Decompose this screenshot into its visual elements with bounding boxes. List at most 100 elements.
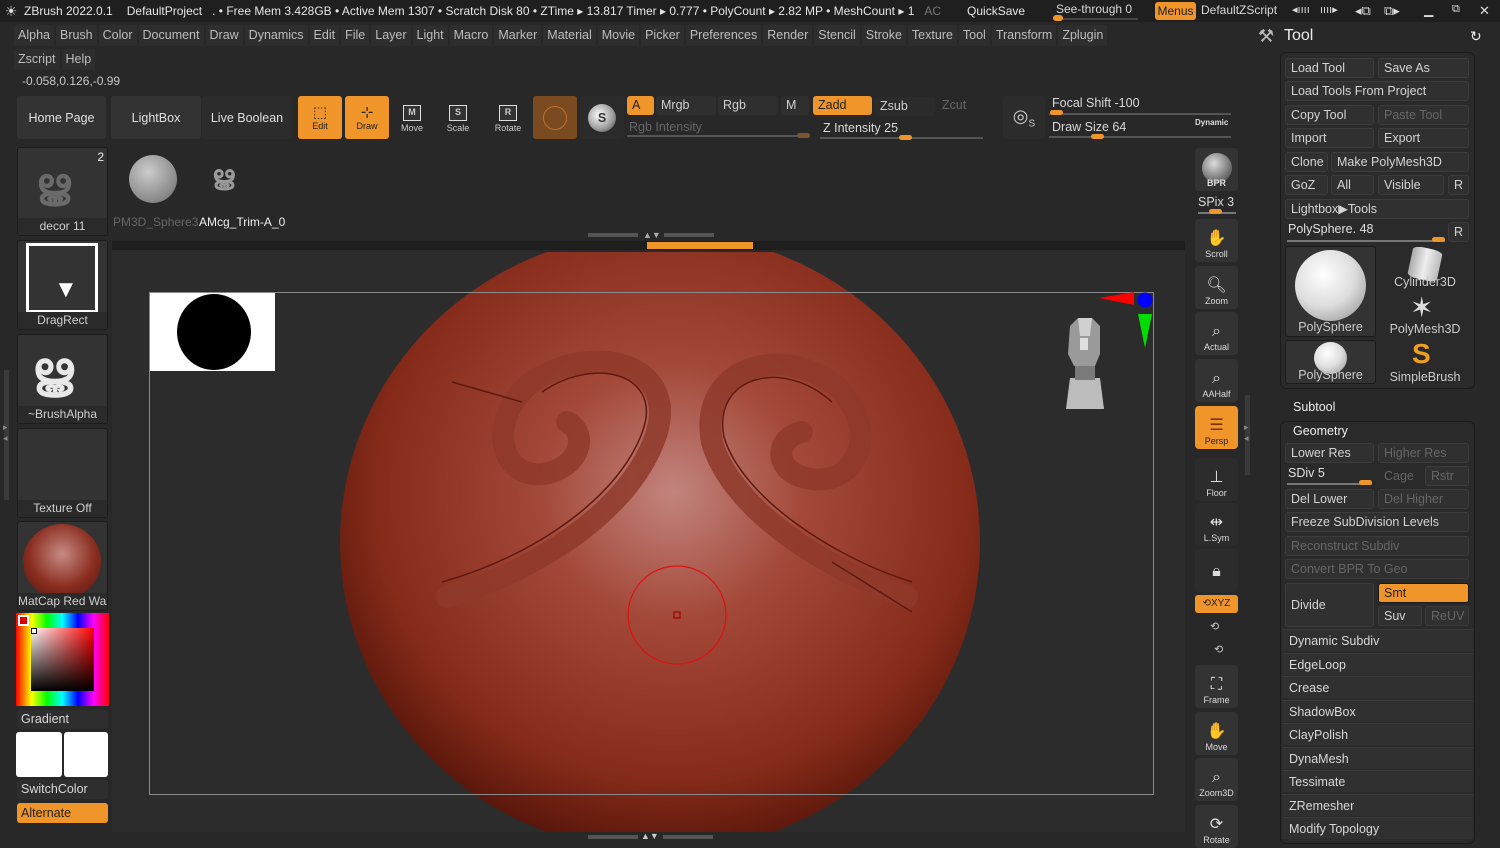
tool-thumb-polysphere-small[interactable]: PolySphere [1285,340,1376,384]
move-mode-button[interactable]: M Move [390,96,434,139]
floor-button[interactable]: ⊥ Floor [1195,458,1238,501]
rotate-mode-button[interactable]: R Rotate [486,96,530,139]
menu-dynamics[interactable]: Dynamics [244,25,308,46]
alpha-thumbnail[interactable]: ൠ ~BrushAlpha [17,334,108,424]
bottom-tray-toggle-icon[interactable]: ▲▼ [641,831,659,841]
clone-button[interactable]: Clone [1285,152,1328,172]
texture-thumbnail[interactable]: Texture Off [17,428,108,518]
color-selector-handle[interactable] [31,628,37,634]
color-saturation-square[interactable] [31,628,94,691]
geometry-subsection-crease[interactable]: Crease [1282,676,1473,698]
timeline-cursor[interactable] [647,242,753,249]
bottom-tray-handle-right[interactable] [663,835,713,839]
z-intensity-knob[interactable] [899,135,912,140]
a-button[interactable]: A [627,96,654,115]
gradient-button[interactable]: Gradient [17,710,108,729]
cage-button[interactable]: Cage [1378,466,1422,486]
freeze-subdivision-button[interactable]: Freeze SubDivision Levels [1285,512,1469,532]
divide-button[interactable]: Divide [1285,583,1374,627]
tool-slider-r-button[interactable]: R [1448,222,1469,242]
rotate-xyz-button[interactable]: ⟲XYZ [1195,595,1238,613]
geometry-subsection-dynamesh[interactable]: DynaMesh [1282,746,1473,769]
default-zscript-button[interactable]: DefaultZScript [1201,3,1277,17]
draw-size-knob[interactable] [1091,134,1104,139]
actual-button[interactable]: ⌕ Actual [1195,312,1238,355]
zoom-button[interactable]: 🔍︎ Zoom [1195,266,1238,309]
bpr-render-button[interactable]: BPR [1195,148,1238,191]
tool-slider-knob[interactable] [1432,237,1445,242]
geometry-subsection-edgeloop[interactable]: EdgeLoop [1282,652,1473,675]
right-tray-toggle-icon[interactable]: ▸ ◂ [1244,422,1249,444]
timeline-collapse-icon[interactable]: ▲▼ [643,230,661,240]
goz-visible-button[interactable]: Visible [1378,175,1444,195]
menu-color[interactable]: Color [98,25,137,46]
current-tool-thumbnail[interactable]: 2 ൠ decor 11 [17,147,108,236]
edit-mode-button[interactable]: ⬚ Edit [298,96,342,139]
stroke-thumbnail[interactable]: ▼ DragRect [17,240,108,330]
lsym-button[interactable]: ⇹ L.Sym [1195,503,1238,546]
rotate-y-icon[interactable]: ⟲ [1210,620,1219,633]
rgb-intensity-track[interactable] [627,135,810,137]
goz-all-button[interactable]: All [1331,175,1374,195]
timeline-handle-right[interactable] [664,233,714,237]
scroll-button[interactable]: ✋ Scroll [1195,219,1238,262]
paste-tool-button[interactable]: Paste Tool [1378,105,1469,125]
reuv-button[interactable]: ReUV [1425,606,1469,626]
convert-bpr-button[interactable]: Convert BPR To Geo [1285,559,1469,579]
mrgb-button[interactable]: Mrgb [656,96,716,115]
focal-shift-track[interactable] [1049,113,1231,115]
geometry-subsection-shadowbox[interactable]: ShadowBox [1282,699,1473,722]
home-page-button[interactable]: Home Page [17,96,106,139]
lock-camera-button[interactable]: 🔒︎ [1195,549,1238,592]
menu-render[interactable]: Render [763,25,813,46]
rotate-3d-button[interactable]: ⟳ Rotate [1195,805,1238,848]
recent-tool-2[interactable]: AMcg_Trim-A_0 [199,215,285,229]
menu-layer[interactable]: Layer [371,25,411,46]
bottom-tray-handle-left[interactable] [588,835,638,839]
see-through-slider[interactable]: See-through 0 [1050,0,1142,22]
shrink-palette-icon[interactable]: ◂ıııı [1292,3,1310,16]
make-polymesh3d-button[interactable]: Make PolyMesh3D [1331,152,1469,172]
geometry-subsection-zremesher[interactable]: ZRemesher [1282,793,1473,816]
color-picker[interactable] [16,613,109,706]
menu-alpha[interactable]: Alpha [14,25,54,46]
menu-preferences[interactable]: Preferences [685,25,762,46]
lightbox-tools-button[interactable]: Lightbox▶Tools [1285,199,1469,219]
save-as-button[interactable]: Save As [1378,58,1469,78]
next-layout-icon[interactable]: ⧉▸ [1384,3,1400,19]
recent-tool-1[interactable]: PM3D_Sphere3 [113,215,198,229]
menu-light[interactable]: Light [412,25,448,46]
rotate-z-icon[interactable]: ⟲ [1214,643,1223,656]
zsub-button[interactable]: Zsub [875,97,935,116]
reconstruct-subdiv-button[interactable]: Reconstruct Subdiv [1285,536,1469,556]
lightbox-button[interactable]: LightBox [111,96,201,139]
menu-help[interactable]: Help [61,49,96,70]
zoom3d-button[interactable]: ⌕ Zoom3D [1195,758,1238,801]
aahalf-button[interactable]: ⌕ AAHalf [1195,359,1238,402]
brush-thumbnail-button[interactable]: S [580,96,624,139]
persp-button[interactable]: ☰ Persp [1195,406,1238,449]
axis-gizmo[interactable] [1096,290,1156,350]
copy-tool-button[interactable]: Copy Tool [1285,105,1374,125]
close-icon[interactable]: ✕ [1479,3,1490,19]
material-thumbnail[interactable]: MatCap Red Wax [17,521,108,611]
export-button[interactable]: Export [1378,128,1469,148]
tool-thumb-simplebrush[interactable]: S SimpleBrush [1380,338,1470,385]
load-tool-button[interactable]: Load Tool [1285,58,1374,78]
goz-button[interactable]: GoZ [1285,175,1328,195]
menus-toggle[interactable]: Menus [1155,2,1196,20]
reset-panel-icon[interactable]: ↻ [1470,28,1482,45]
expand-palette-icon[interactable]: ıııı▸ [1320,3,1338,16]
prev-layout-icon[interactable]: ◂⧉ [1355,3,1371,19]
menu-texture[interactable]: Texture [907,25,957,46]
left-tray-toggle-icon[interactable]: ▸ ◂ [3,422,8,444]
menu-stencil[interactable]: Stencil [814,25,860,46]
goz-r-button[interactable]: R [1448,175,1469,195]
subtool-header[interactable]: Subtool [1293,400,1335,414]
del-lower-button[interactable]: Del Lower [1285,489,1374,509]
switchcolor-button[interactable]: SwitchColor [17,780,108,799]
sdiv-knob[interactable] [1359,480,1372,485]
spix-knob[interactable] [1209,209,1222,214]
geometry-subsection-tessimate[interactable]: Tessimate [1282,770,1473,792]
lower-res-button[interactable]: Lower Res [1285,443,1374,463]
